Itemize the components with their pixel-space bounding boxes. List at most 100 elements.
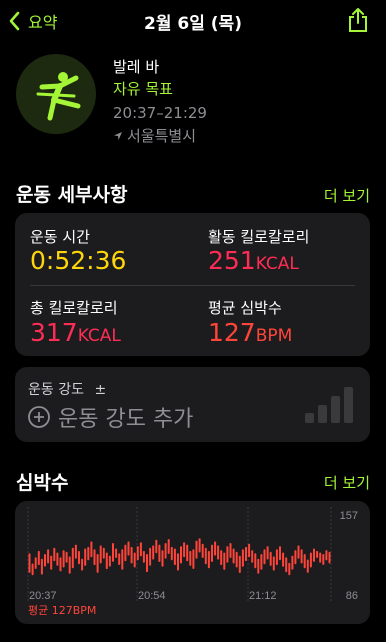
heart-rate-bar [93,549,96,566]
heart-rate-bar [40,558,43,575]
metric-value: 251KCAL [208,246,299,275]
heart-rate-bar [217,545,220,560]
heart-rate-bar [149,547,152,566]
metric-value: 127BPM [208,318,293,347]
heart-rate-bar [180,546,182,564]
heart-rate-bar [238,555,241,573]
heart-rate-bar [102,547,105,559]
heart-rate-bar [297,545,300,559]
workout-icon [16,54,96,134]
heart-rate-bar [198,538,201,553]
metric-value: 317KCAL [30,318,121,347]
heart-rate-bar [263,549,266,565]
metric-divider [30,285,355,286]
heart-rate-bar [220,550,223,566]
heart-rate-bar [232,548,235,564]
heart-rate-bar [328,551,331,564]
chart-x-tick-label: 20:54 [138,590,166,602]
heart-rate-bar [108,555,111,567]
heart-rate-bar [300,549,303,564]
metric-label: 총 킬로칼로리 [30,299,118,317]
heart-rate-bar [260,554,263,570]
heart-rate-bar [44,554,46,567]
metric-label: 평균 심박수 [208,299,282,317]
heart-rate-bar [229,543,232,558]
heart-rate-bar [167,539,170,554]
heart-rate-bar [269,551,272,566]
heart-rate-bar [195,540,198,559]
heart-rate-bar [81,558,84,571]
plus-circle-icon [27,405,51,429]
heart-rate-bar [152,545,155,560]
heart-rate-bar [59,557,62,572]
heart-rate-bar [161,550,164,567]
heart-rate-bar [31,563,34,576]
details-card: 운동 시간 0:52:36 활동 킬로칼로리 251KCAL 총 킬로칼로리 3… [15,213,370,356]
heart-rate-bar [56,552,59,566]
location-arrow-icon [113,131,123,141]
heart-rate-bar [37,550,40,566]
heart-rate-bar [50,555,53,570]
heart-rate-bar [142,550,145,563]
workout-time-range: 20:37–21:29 [113,104,207,122]
heart-rate-bar [309,552,312,568]
heart-rate-bar [294,550,297,565]
heart-rate-bar [192,549,195,569]
effort-card[interactable]: 운동 강도 ± 운동 강도 추가 [15,367,370,442]
heart-rate-bar [71,547,74,569]
heart-rate-bar [146,554,148,573]
heart-rate-bar [207,550,210,569]
chart-y-tick-label: 157 [340,510,358,522]
heart-rate-bar [105,552,108,570]
heart-rate-bar [96,554,99,573]
heart-rate-bar [254,553,257,569]
add-effort-button[interactable]: 운동 강도 추가 [27,401,193,433]
heart-rate-bar [158,544,161,562]
heart-rate-bar [282,552,285,567]
details-section-title: 운동 세부사항 [16,184,128,206]
location-label: 서울특별시 [127,127,197,145]
heart-rate-bar [214,541,217,556]
heart-rate-bar [235,551,238,568]
details-more-link[interactable]: 더 보기 [324,185,370,206]
heart-rate-bar [322,554,325,565]
heart-rate-bar [62,550,65,568]
heart-rate-bar [78,550,80,565]
share-button[interactable] [346,7,370,33]
heart-rate-bar [279,546,281,561]
heart-rate-bar [272,556,275,571]
metric-label: 활동 킬로칼로리 [208,228,310,246]
heart-rate-bar [241,549,244,567]
heart-rate-bar [226,546,229,563]
heart-rate-bar [34,557,37,569]
heart-rate-bar [164,543,167,559]
heart-rate-bar [285,557,288,573]
heart-rate-bar [124,544,127,562]
heart-rate-bar [201,543,204,558]
heart-rate-bar [189,550,192,566]
chart-y-tick-label: 86 [346,590,358,602]
heart-rate-bar [183,542,186,558]
heart-rate-bar [248,543,251,558]
chart-x-tick-label: 20:37 [29,590,57,602]
workout-name: 발레 바 [113,58,160,76]
barre-figure-icon [36,72,81,121]
heart-rate-bar [306,559,309,573]
heart-rate-bar [288,562,291,576]
heart-rate-bar [325,550,328,561]
heart-rate-bar [186,544,189,562]
heart-rate-bar [257,558,260,574]
heart-rate-bar [53,547,56,562]
heart-rate-bar [319,552,322,563]
workout-location: 서울특별시 [113,125,196,146]
add-effort-label: 운동 강도 추가 [58,407,194,432]
heart-rate-bar [313,548,315,562]
plus-minus-icon: ± [94,382,107,398]
heart-rate-bar [177,553,179,571]
heart-rate-bar [115,548,118,558]
heart-more-link[interactable]: 더 보기 [324,472,370,493]
heart-rate-bar [303,554,306,569]
heart-rate-bar [121,549,124,570]
heart-chart-card[interactable]: 157 86 20:37 20:54 21:12 평균 127BPM [15,501,370,624]
heart-rate-bar [68,556,71,574]
